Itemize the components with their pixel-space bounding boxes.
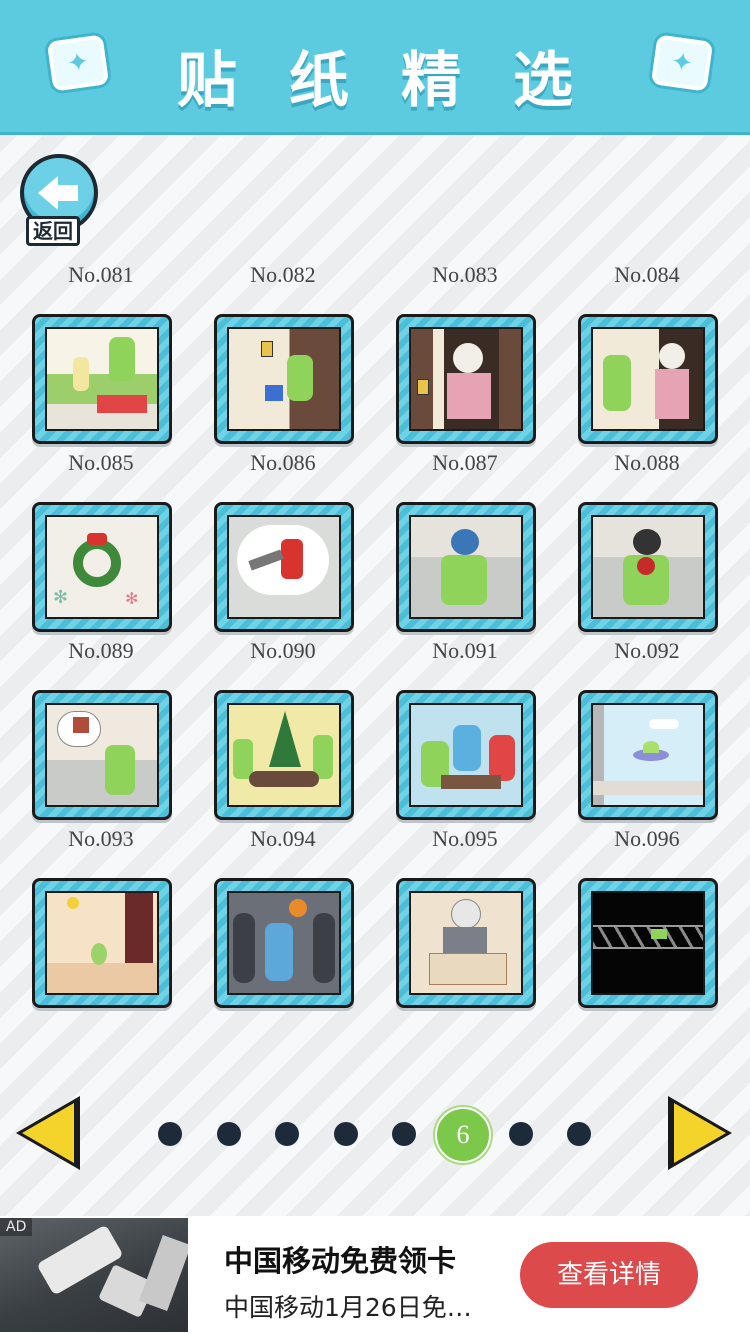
sticker-frame[interactable] (32, 878, 172, 1008)
sticker-number: No.096 (614, 826, 680, 851)
header-bar: ✦ 贴纸精选 ✦ (0, 0, 750, 135)
page-dot[interactable] (334, 1122, 358, 1146)
sticker-frame[interactable] (578, 878, 718, 1008)
sticker-number: No.094 (250, 826, 316, 851)
page-dot[interactable] (217, 1122, 241, 1146)
sticker-image (45, 891, 159, 995)
sticker-frame[interactable] (578, 314, 718, 444)
ad-details-button[interactable]: 查看详情 (520, 1242, 698, 1308)
ad-image: AD (0, 1218, 188, 1332)
page-dot[interactable] (275, 1122, 299, 1146)
sticker-frame[interactable] (214, 502, 354, 632)
sticker-frame[interactable] (214, 690, 354, 820)
back-button[interactable]: 返回 (18, 154, 98, 246)
sticker-image (591, 891, 705, 995)
sticker-number: No.081 (68, 262, 134, 287)
sticker-frame[interactable] (214, 314, 354, 444)
ad-banner[interactable]: AD 中国移动免费领卡 中国移动1月26日免… 查看详情 (0, 1216, 750, 1334)
sticker-number: No.095 (432, 826, 498, 851)
ad-title: 中国移动免费领卡 (224, 1244, 457, 1278)
page-dot[interactable] (509, 1122, 533, 1146)
sticker-number: No.083 (432, 262, 498, 287)
star-card-icon: ✦ (650, 34, 714, 92)
page-title: 贴纸精选 (177, 46, 625, 116)
sticker-image (227, 327, 341, 431)
sticker-image (409, 891, 523, 995)
sticker-image (45, 327, 159, 431)
sticker-image (409, 327, 523, 431)
sticker-number: No.086 (250, 450, 316, 475)
sticker-frame[interactable] (396, 690, 536, 820)
sticker-image (409, 515, 523, 619)
page-dot[interactable] (392, 1122, 416, 1146)
sticker-frame[interactable] (396, 314, 536, 444)
sticker-frame[interactable]: ✻ ✻ (32, 502, 172, 632)
next-page-button[interactable] (668, 1096, 732, 1170)
sticker-number: No.092 (614, 638, 680, 663)
sticker-image (591, 327, 705, 431)
sticker-number: No.093 (68, 826, 134, 851)
sticker-frame[interactable] (32, 314, 172, 444)
sticker-image (591, 703, 705, 807)
sticker-frame[interactable] (32, 690, 172, 820)
sticker-frame[interactable] (578, 502, 718, 632)
sticker-frame[interactable] (214, 878, 354, 1008)
sticker-image (45, 703, 159, 807)
sticker-image (591, 515, 705, 619)
sticker-frame[interactable] (396, 502, 536, 632)
sticker-number: No.084 (614, 262, 680, 287)
ad-tag: AD (0, 1218, 33, 1236)
prev-page-button[interactable] (16, 1096, 80, 1170)
sticker-frame[interactable] (396, 878, 536, 1008)
sticker-number: No.085 (68, 450, 134, 475)
sticker-number: No.082 (250, 262, 316, 287)
back-button-label: 返回 (26, 216, 80, 246)
page-dot[interactable] (567, 1122, 591, 1146)
sticker-image (227, 515, 341, 619)
ad-subtitle: 中国移动1月26日免… (224, 1293, 472, 1322)
sticker-number: No.087 (432, 450, 498, 475)
sticker-number: No.088 (614, 450, 680, 475)
page-dot[interactable] (158, 1122, 182, 1146)
sticker-frame[interactable] (578, 690, 718, 820)
sticker-number: No.091 (432, 638, 498, 663)
sticker-number: No.089 (68, 638, 134, 663)
sticker-image (227, 891, 341, 995)
page-dot-current[interactable]: 6 (435, 1107, 491, 1163)
sticker-image (227, 703, 341, 807)
sticker-number: No.090 (250, 638, 316, 663)
sticker-image (409, 703, 523, 807)
sticker-image: ✻ ✻ (45, 515, 159, 619)
